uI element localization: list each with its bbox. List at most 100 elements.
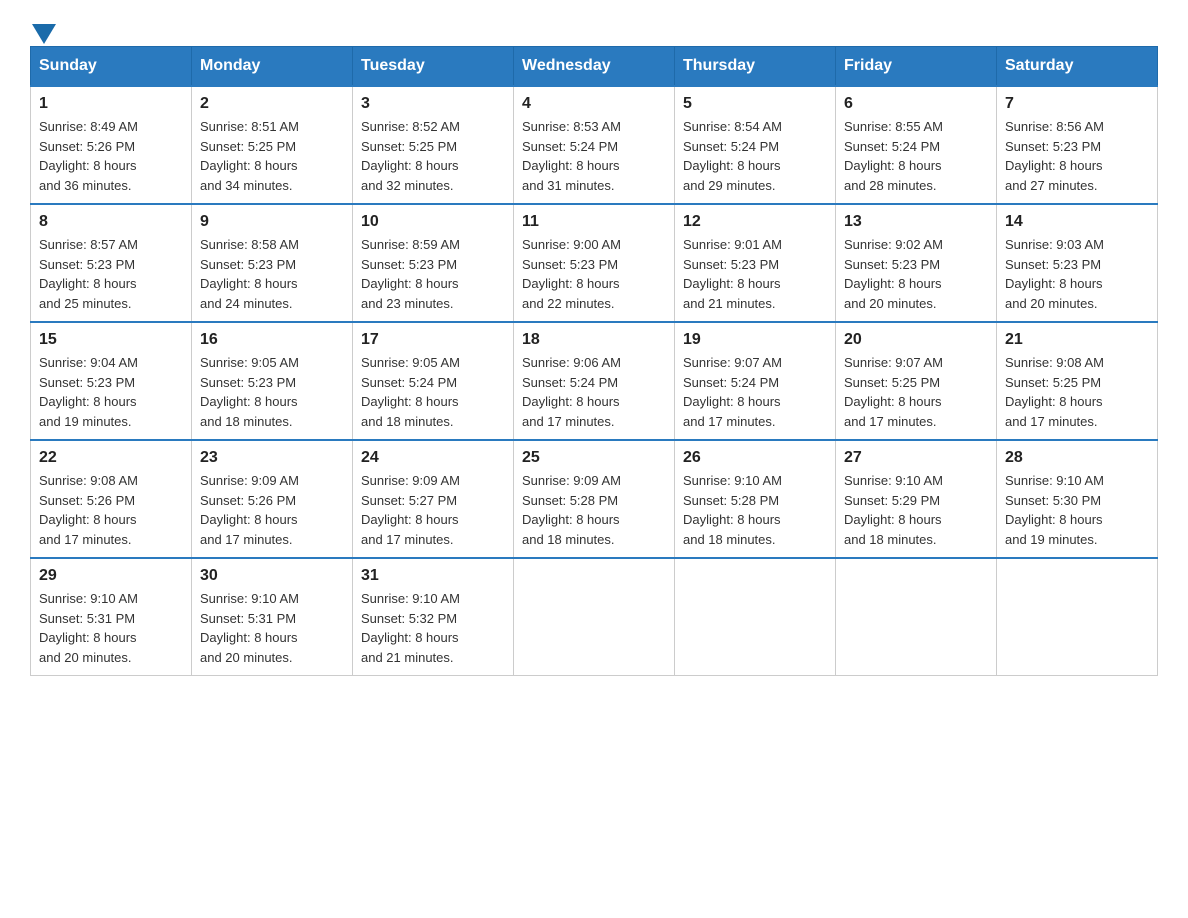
calendar-cell: 15 Sunrise: 9:04 AMSunset: 5:23 PMDayligh…	[31, 322, 192, 440]
calendar-cell: 20 Sunrise: 9:07 AMSunset: 5:25 PMDayligh…	[836, 322, 997, 440]
header-monday: Monday	[192, 47, 353, 87]
day-info: Sunrise: 9:04 AMSunset: 5:23 PMDaylight:…	[39, 353, 183, 431]
day-number: 8	[39, 213, 183, 231]
calendar-cell: 19 Sunrise: 9:07 AMSunset: 5:24 PMDayligh…	[675, 322, 836, 440]
calendar-cell: 30 Sunrise: 9:10 AMSunset: 5:31 PMDayligh…	[192, 558, 353, 676]
day-number: 1	[39, 95, 183, 113]
calendar-cell: 10 Sunrise: 8:59 AMSunset: 5:23 PMDayligh…	[353, 204, 514, 322]
calendar-cell: 17 Sunrise: 9:05 AMSunset: 5:24 PMDayligh…	[353, 322, 514, 440]
day-number: 17	[361, 331, 505, 349]
day-number: 26	[683, 449, 827, 467]
day-number: 6	[844, 95, 988, 113]
day-info: Sunrise: 8:58 AMSunset: 5:23 PMDaylight:…	[200, 235, 344, 313]
header-friday: Friday	[836, 47, 997, 87]
day-number: 24	[361, 449, 505, 467]
day-number: 16	[200, 331, 344, 349]
calendar-cell: 24 Sunrise: 9:09 AMSunset: 5:27 PMDayligh…	[353, 440, 514, 558]
day-info: Sunrise: 8:53 AMSunset: 5:24 PMDaylight:…	[522, 117, 666, 195]
day-info: Sunrise: 9:07 AMSunset: 5:25 PMDaylight:…	[844, 353, 988, 431]
calendar-cell: 27Sunrise: 9:10 AMSunset: 5:29 PMDayligh…	[836, 440, 997, 558]
calendar-cell: 16 Sunrise: 9:05 AMSunset: 5:23 PMDayligh…	[192, 322, 353, 440]
logo-arrow-icon	[32, 24, 56, 44]
day-number: 13	[844, 213, 988, 231]
day-info: Sunrise: 9:10 AMSunset: 5:30 PMDaylight:…	[1005, 471, 1149, 549]
day-info: Sunrise: 8:51 AMSunset: 5:25 PMDaylight:…	[200, 117, 344, 195]
calendar-cell: 2 Sunrise: 8:51 AMSunset: 5:25 PMDaylight…	[192, 86, 353, 204]
day-info: Sunrise: 8:49 AMSunset: 5:26 PMDaylight:…	[39, 117, 183, 195]
day-info: Sunrise: 9:05 AMSunset: 5:23 PMDaylight:…	[200, 353, 344, 431]
day-number: 4	[522, 95, 666, 113]
day-number: 19	[683, 331, 827, 349]
calendar-cell: 8 Sunrise: 8:57 AMSunset: 5:23 PMDaylight…	[31, 204, 192, 322]
calendar-cell: 25Sunrise: 9:09 AMSunset: 5:28 PMDayligh…	[514, 440, 675, 558]
day-info: Sunrise: 8:57 AMSunset: 5:23 PMDaylight:…	[39, 235, 183, 313]
day-number: 29	[39, 567, 183, 585]
day-info: Sunrise: 8:56 AMSunset: 5:23 PMDaylight:…	[1005, 117, 1149, 195]
day-info: Sunrise: 9:02 AMSunset: 5:23 PMDaylight:…	[844, 235, 988, 313]
header-thursday: Thursday	[675, 47, 836, 87]
day-info: Sunrise: 9:05 AMSunset: 5:24 PMDaylight:…	[361, 353, 505, 431]
day-info: Sunrise: 9:10 AMSunset: 5:28 PMDaylight:…	[683, 471, 827, 549]
day-info: Sunrise: 9:01 AMSunset: 5:23 PMDaylight:…	[683, 235, 827, 313]
day-number: 3	[361, 95, 505, 113]
day-info: Sunrise: 9:10 AMSunset: 5:31 PMDaylight:…	[200, 589, 344, 667]
day-number: 23	[200, 449, 344, 467]
day-info: Sunrise: 8:54 AMSunset: 5:24 PMDaylight:…	[683, 117, 827, 195]
calendar-cell: 13 Sunrise: 9:02 AMSunset: 5:23 PMDayligh…	[836, 204, 997, 322]
header-sunday: Sunday	[31, 47, 192, 87]
calendar-cell: 28 Sunrise: 9:10 AMSunset: 5:30 PMDayligh…	[997, 440, 1158, 558]
calendar-cell: 29Sunrise: 9:10 AMSunset: 5:31 PMDayligh…	[31, 558, 192, 676]
header-tuesday: Tuesday	[353, 47, 514, 87]
day-info: Sunrise: 8:52 AMSunset: 5:25 PMDaylight:…	[361, 117, 505, 195]
calendar-cell: 18Sunrise: 9:06 AMSunset: 5:24 PMDayligh…	[514, 322, 675, 440]
day-number: 22	[39, 449, 183, 467]
calendar-week-row: 22 Sunrise: 9:08 AMSunset: 5:26 PMDayligh…	[31, 440, 1158, 558]
day-info: Sunrise: 9:10 AMSunset: 5:29 PMDaylight:…	[844, 471, 988, 549]
day-info: Sunrise: 9:03 AMSunset: 5:23 PMDaylight:…	[1005, 235, 1149, 313]
calendar-cell	[675, 558, 836, 676]
header-saturday: Saturday	[997, 47, 1158, 87]
day-number: 15	[39, 331, 183, 349]
page-header	[30, 20, 1158, 36]
calendar-cell: 23 Sunrise: 9:09 AMSunset: 5:26 PMDayligh…	[192, 440, 353, 558]
calendar-table: SundayMondayTuesdayWednesdayThursdayFrid…	[30, 46, 1158, 676]
day-info: Sunrise: 9:08 AMSunset: 5:25 PMDaylight:…	[1005, 353, 1149, 431]
calendar-cell: 21Sunrise: 9:08 AMSunset: 5:25 PMDayligh…	[997, 322, 1158, 440]
day-info: Sunrise: 9:09 AMSunset: 5:26 PMDaylight:…	[200, 471, 344, 549]
calendar-cell: 11 Sunrise: 9:00 AMSunset: 5:23 PMDayligh…	[514, 204, 675, 322]
calendar-week-row: 15 Sunrise: 9:04 AMSunset: 5:23 PMDayligh…	[31, 322, 1158, 440]
calendar-cell: 26 Sunrise: 9:10 AMSunset: 5:28 PMDayligh…	[675, 440, 836, 558]
calendar-cell: 7 Sunrise: 8:56 AMSunset: 5:23 PMDaylight…	[997, 86, 1158, 204]
calendar-cell	[514, 558, 675, 676]
calendar-header-row: SundayMondayTuesdayWednesdayThursdayFrid…	[31, 47, 1158, 87]
calendar-cell: 1 Sunrise: 8:49 AMSunset: 5:26 PMDaylight…	[31, 86, 192, 204]
calendar-week-row: 29 Sunrise: 9:10 AMSunset: 5:31 PMDayligh…	[31, 558, 1158, 676]
day-info: Sunrise: 9:00 AMSunset: 5:23 PMDaylight:…	[522, 235, 666, 313]
day-number: 18	[522, 331, 666, 349]
day-info: Sunrise: 9:08 AMSunset: 5:26 PMDaylight:…	[39, 471, 183, 549]
logo	[30, 20, 58, 36]
calendar-cell: 9Sunrise: 8:58 AMSunset: 5:23 PMDaylight…	[192, 204, 353, 322]
day-info: Sunrise: 8:55 AMSunset: 5:24 PMDaylight:…	[844, 117, 988, 195]
day-number: 30	[200, 567, 344, 585]
day-info: Sunrise: 9:07 AMSunset: 5:24 PMDaylight:…	[683, 353, 827, 431]
day-number: 25	[522, 449, 666, 467]
day-number: 5	[683, 95, 827, 113]
day-number: 2	[200, 95, 344, 113]
day-number: 20	[844, 331, 988, 349]
calendar-cell: 5 Sunrise: 8:54 AMSunset: 5:24 PMDaylight…	[675, 86, 836, 204]
calendar-cell: 22 Sunrise: 9:08 AMSunset: 5:26 PMDayligh…	[31, 440, 192, 558]
calendar-cell: 3 Sunrise: 8:52 AMSunset: 5:25 PMDaylight…	[353, 86, 514, 204]
day-number: 12	[683, 213, 827, 231]
day-number: 10	[361, 213, 505, 231]
day-number: 28	[1005, 449, 1149, 467]
calendar-cell: 14Sunrise: 9:03 AMSunset: 5:23 PMDayligh…	[997, 204, 1158, 322]
day-info: Sunrise: 8:59 AMSunset: 5:23 PMDaylight:…	[361, 235, 505, 313]
day-number: 7	[1005, 95, 1149, 113]
calendar-cell: 4 Sunrise: 8:53 AMSunset: 5:24 PMDaylight…	[514, 86, 675, 204]
day-info: Sunrise: 9:09 AMSunset: 5:27 PMDaylight:…	[361, 471, 505, 549]
day-number: 31	[361, 567, 505, 585]
calendar-cell: 31Sunrise: 9:10 AMSunset: 5:32 PMDayligh…	[353, 558, 514, 676]
day-number: 11	[522, 213, 666, 231]
header-wednesday: Wednesday	[514, 47, 675, 87]
